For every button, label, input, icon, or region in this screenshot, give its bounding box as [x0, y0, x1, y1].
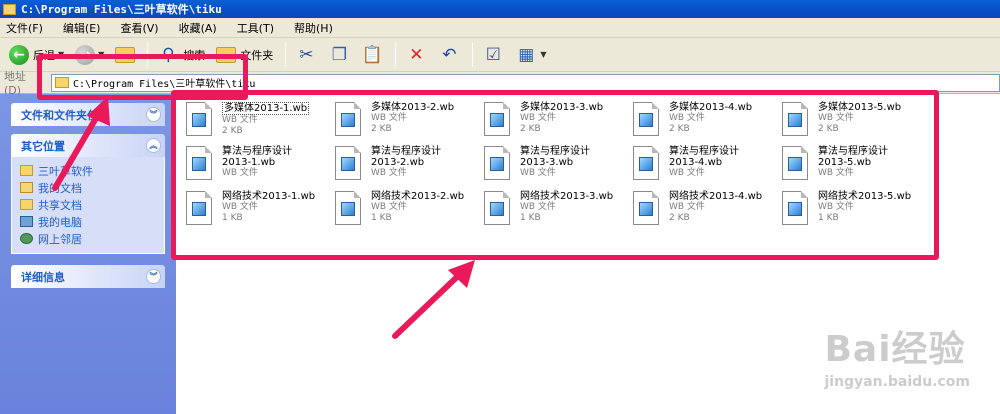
watermark-brand: Bai经验 [824, 329, 966, 370]
watermark: Bai经验 jingyan.baidu.com [824, 320, 970, 390]
arrow-up-left [52, 96, 110, 191]
watermark-url: jingyan.baidu.com [824, 374, 970, 390]
arrow-up-right [392, 260, 475, 339]
